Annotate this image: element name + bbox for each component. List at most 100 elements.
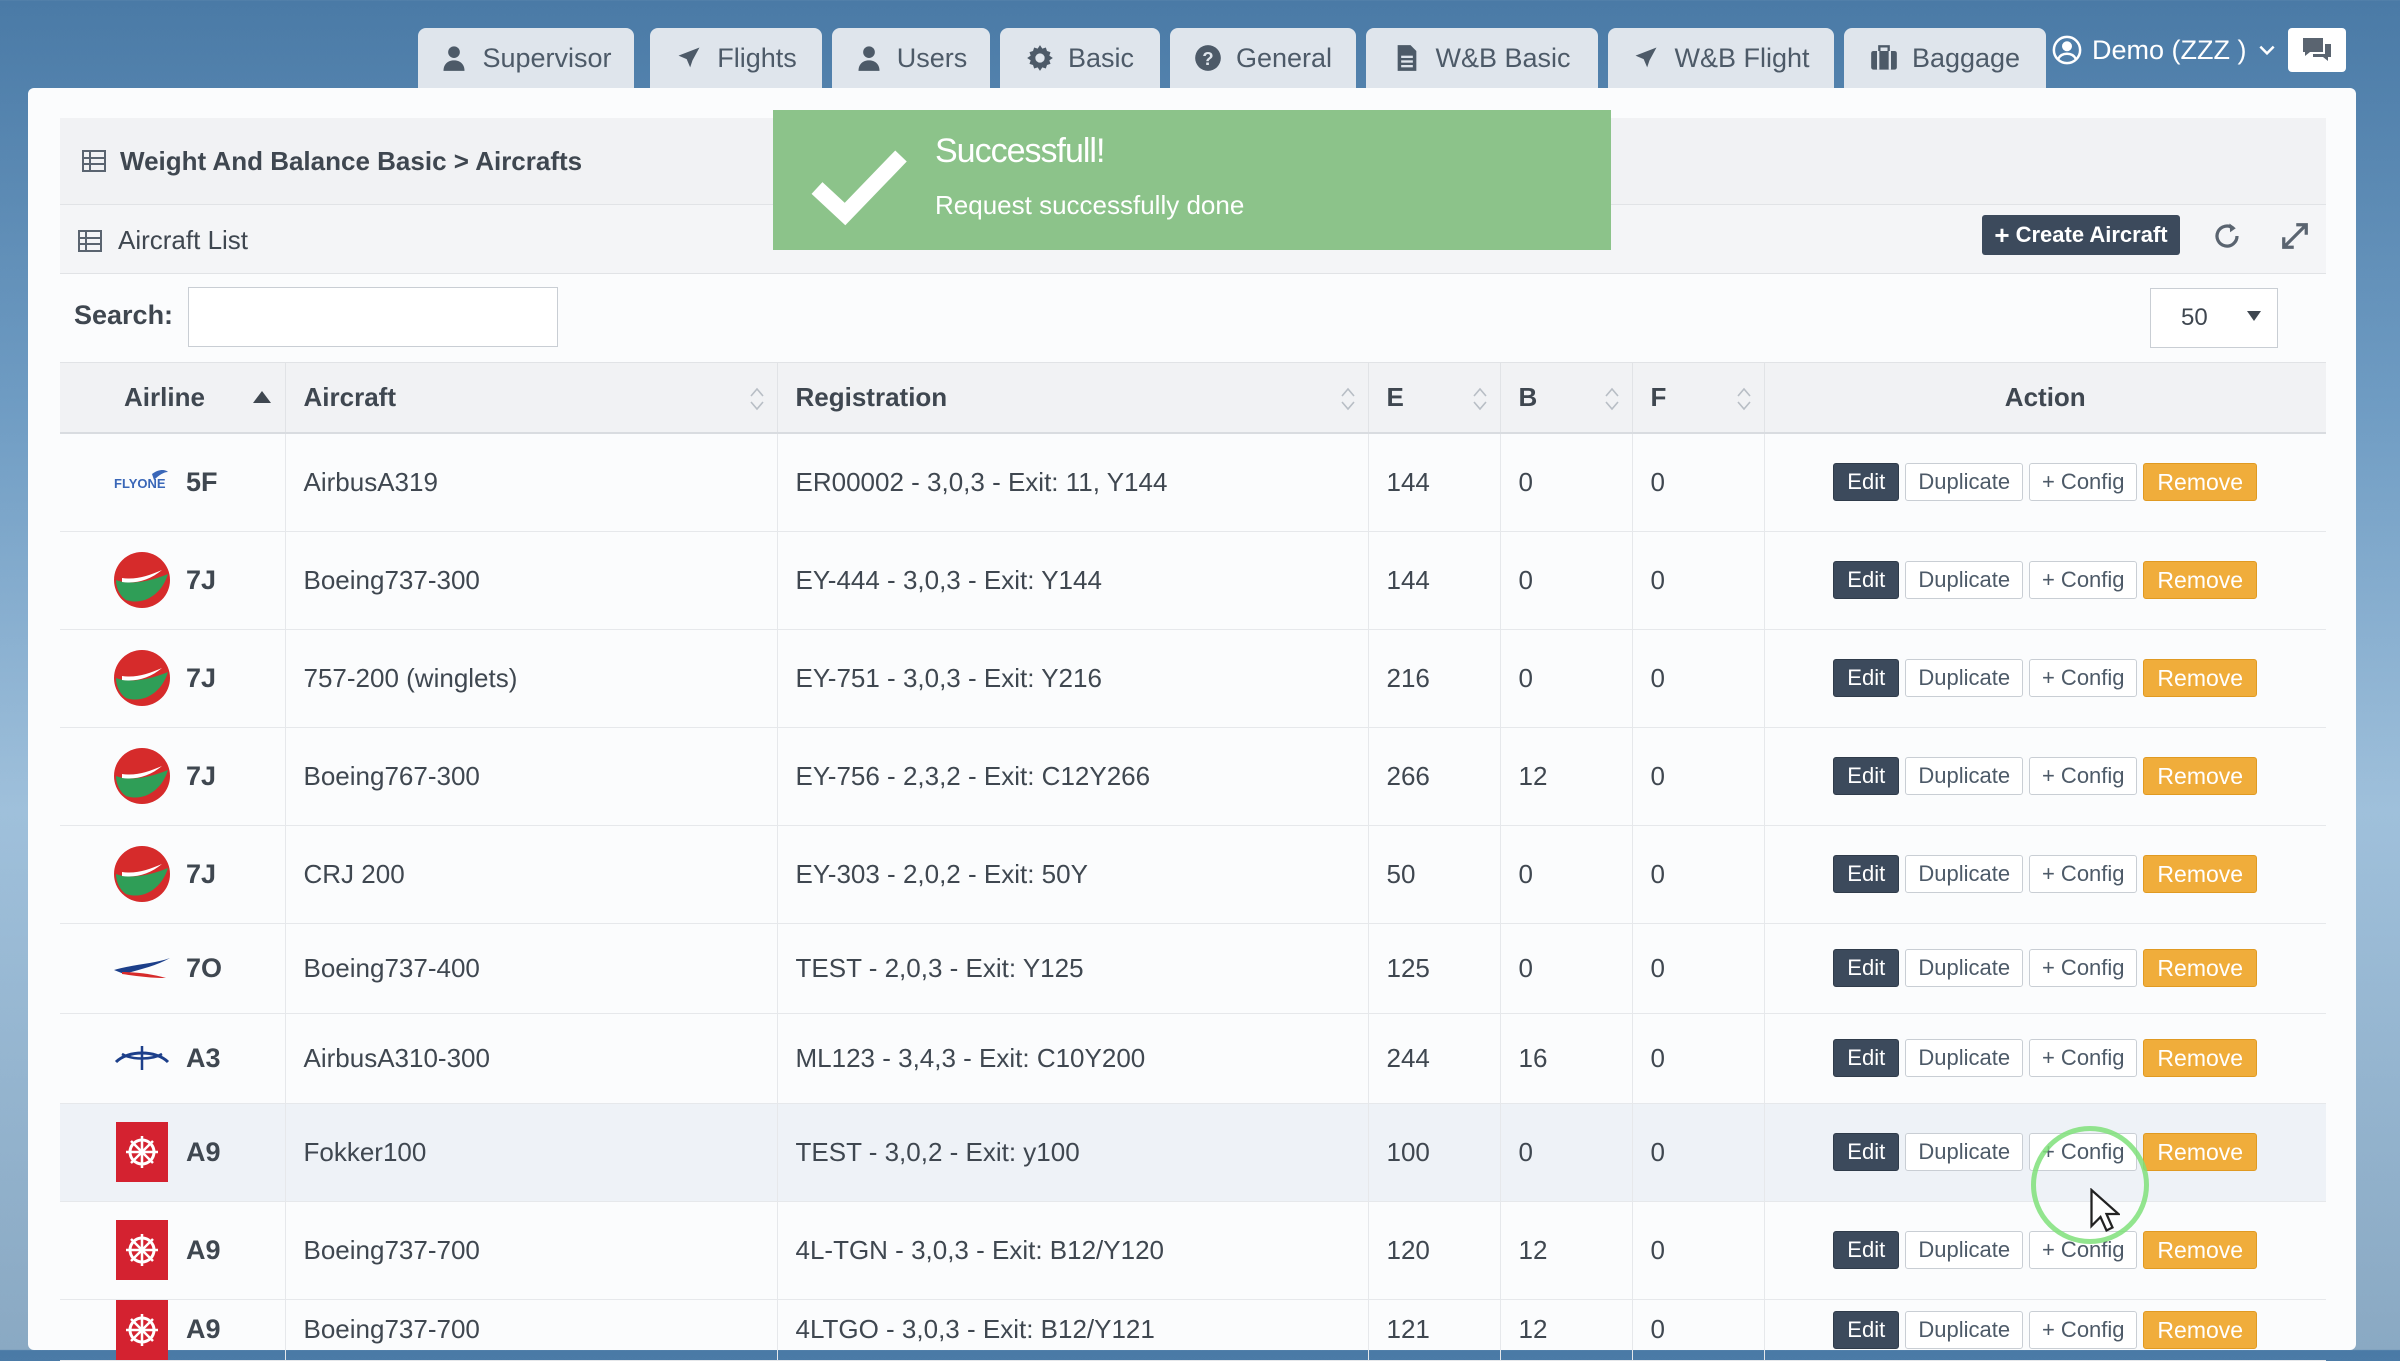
cell-e: 216	[1368, 629, 1501, 728]
table-icon	[82, 150, 106, 172]
edit-button[interactable]: Edit	[1833, 949, 1900, 987]
fullscreen-icon[interactable]	[2280, 221, 2310, 251]
tab-supervisor[interactable]: Supervisor	[418, 28, 634, 88]
duplicate-button[interactable]: Duplicate	[1905, 855, 2024, 893]
tajik-air-logo-icon	[114, 552, 170, 608]
table-row: 7O Boeing737-400 TEST - 2,0,3 - Exit: Y125…	[60, 923, 2326, 1014]
remove-button[interactable]: Remove	[2143, 1310, 2258, 1349]
tab-basic[interactable]: Basic	[1000, 28, 1160, 88]
chat-button[interactable]	[2288, 28, 2346, 72]
cell-registration: 4L-TGN - 3,0,3 - Exit: B12/Y120	[777, 1201, 1369, 1300]
remove-button[interactable]: Remove	[2143, 1231, 2258, 1269]
remove-button[interactable]: Remove	[2143, 949, 2258, 987]
add-config-button[interactable]: + Config	[2029, 463, 2138, 502]
add-config-button[interactable]: + Config	[2029, 855, 2138, 893]
edit-button[interactable]: Edit	[1833, 1231, 1900, 1269]
gear-icon	[1027, 45, 1053, 71]
add-config-button[interactable]: + Config	[2029, 561, 2138, 599]
tab-wb-flight[interactable]: W&B Flight	[1608, 28, 1834, 88]
duplicate-button[interactable]: Duplicate	[1905, 757, 2024, 795]
cell-registration: EY-444 - 3,0,3 - Exit: Y144	[777, 531, 1369, 630]
remove-button[interactable]: Remove	[2143, 757, 2258, 795]
table-row: 7J Boeing767-300 EY-756 - 2,3,2 - Exit: C1…	[60, 727, 2326, 826]
airline-code: A9	[186, 1234, 221, 1265]
remove-button[interactable]: Remove	[2143, 1039, 2258, 1077]
add-config-button[interactable]: + Config	[2029, 757, 2138, 795]
remove-button[interactable]: Remove	[2143, 855, 2258, 893]
page-size-value: 50	[2181, 304, 2208, 331]
column-header-registration[interactable]: Registration	[777, 363, 1369, 434]
airline-code: A3	[186, 1042, 221, 1073]
remove-button[interactable]: Remove	[2143, 561, 2258, 599]
cell-aircraft: AirbusA319	[285, 433, 778, 532]
add-config-button[interactable]: + Config	[2029, 1310, 2138, 1349]
edit-button[interactable]: Edit	[1833, 1133, 1900, 1171]
column-header-f[interactable]: F	[1632, 363, 1765, 434]
tab-wb-basic[interactable]: W&B Basic	[1366, 28, 1598, 88]
duplicate-button[interactable]: Duplicate	[1905, 1039, 2024, 1077]
success-toast[interactable]: Successfull! Request successfully done	[773, 110, 1611, 250]
tab-users[interactable]: Users	[832, 28, 990, 88]
edit-button[interactable]: Edit	[1833, 463, 1900, 502]
edit-button[interactable]: Edit	[1833, 1310, 1900, 1349]
cell-f: 0	[1632, 1103, 1765, 1202]
page-size-select[interactable]: 50	[2150, 288, 2278, 348]
user-circle-icon	[2052, 35, 2082, 65]
flyone-logo-icon: FLYONE	[114, 470, 168, 491]
cell-e: 50	[1368, 825, 1501, 924]
remove-button[interactable]: Remove	[2143, 659, 2258, 697]
column-header-aircraft[interactable]: Aircraft	[285, 363, 778, 434]
cell-e: 120	[1368, 1201, 1501, 1300]
airline-code: A9	[186, 1136, 221, 1167]
duplicate-button[interactable]: Duplicate	[1905, 1133, 2024, 1171]
remove-button[interactable]: Remove	[2143, 463, 2258, 502]
duplicate-button[interactable]: Duplicate	[1905, 463, 2024, 502]
cell-action: Edit Duplicate + Config Remove	[1764, 531, 2326, 630]
column-header-e[interactable]: E	[1368, 363, 1501, 434]
search-row: Search: 50	[60, 274, 2326, 363]
cell-airline: 7O	[60, 923, 286, 1014]
sort-icon	[749, 387, 764, 411]
create-aircraft-button[interactable]: + Create Aircraft	[1982, 215, 2180, 255]
cell-airline: A9	[60, 1299, 286, 1361]
refresh-icon[interactable]	[2212, 221, 2242, 251]
cell-e: 100	[1368, 1103, 1501, 1202]
search-input[interactable]	[188, 287, 558, 347]
create-aircraft-label: Create Aircraft	[2015, 222, 2168, 247]
remove-button[interactable]: Remove	[2143, 1133, 2258, 1171]
edit-button[interactable]: Edit	[1833, 1039, 1900, 1077]
cell-registration: TEST - 2,0,3 - Exit: Y125	[777, 923, 1369, 1014]
column-header-airline[interactable]: Airline	[60, 363, 286, 434]
cell-e: 266	[1368, 727, 1501, 826]
add-config-button[interactable]: + Config	[2029, 659, 2138, 697]
airline-code: 7O	[186, 952, 223, 983]
duplicate-button[interactable]: Duplicate	[1905, 1310, 2024, 1349]
sort-asc-icon	[252, 391, 271, 403]
toast-title: Successfull!	[935, 132, 1105, 170]
tab-baggage[interactable]: Baggage	[1844, 28, 2046, 88]
tab-general[interactable]: ? General	[1170, 28, 1356, 88]
cell-b: 0	[1500, 1103, 1633, 1202]
table-row: A9 Boeing737-700 4L-TGN - 3,0,3 - Exit: B1…	[60, 1201, 2326, 1300]
column-header-b[interactable]: B	[1500, 363, 1633, 434]
duplicate-button[interactable]: Duplicate	[1905, 949, 2024, 987]
edit-button[interactable]: Edit	[1833, 659, 1900, 697]
user-menu[interactable]: Demo (ZZZ )	[2052, 30, 2277, 70]
add-config-button[interactable]: + Config	[2029, 949, 2138, 987]
cell-aircraft: CRJ 200	[285, 825, 778, 924]
duplicate-button[interactable]: Duplicate	[1905, 659, 2024, 697]
duplicate-button[interactable]: Duplicate	[1905, 1231, 2024, 1269]
cell-aircraft: AirbusA310-300	[285, 1013, 778, 1104]
tab-label: Baggage	[1911, 42, 2021, 73]
edit-button[interactable]: Edit	[1833, 561, 1900, 599]
edit-button[interactable]: Edit	[1833, 757, 1900, 795]
duplicate-button[interactable]: Duplicate	[1905, 561, 2024, 599]
cell-e: 144	[1368, 531, 1501, 630]
cell-b: 0	[1500, 825, 1633, 924]
add-config-button[interactable]: + Config	[2029, 1039, 2138, 1077]
tab-flights[interactable]: Flights	[650, 28, 822, 88]
table-row: 7J 757-200 (winglets) EY-751 - 3,0,3 - Exi…	[60, 629, 2326, 728]
cell-e: 125	[1368, 923, 1501, 1014]
sort-icon	[1340, 387, 1355, 411]
edit-button[interactable]: Edit	[1833, 855, 1900, 893]
